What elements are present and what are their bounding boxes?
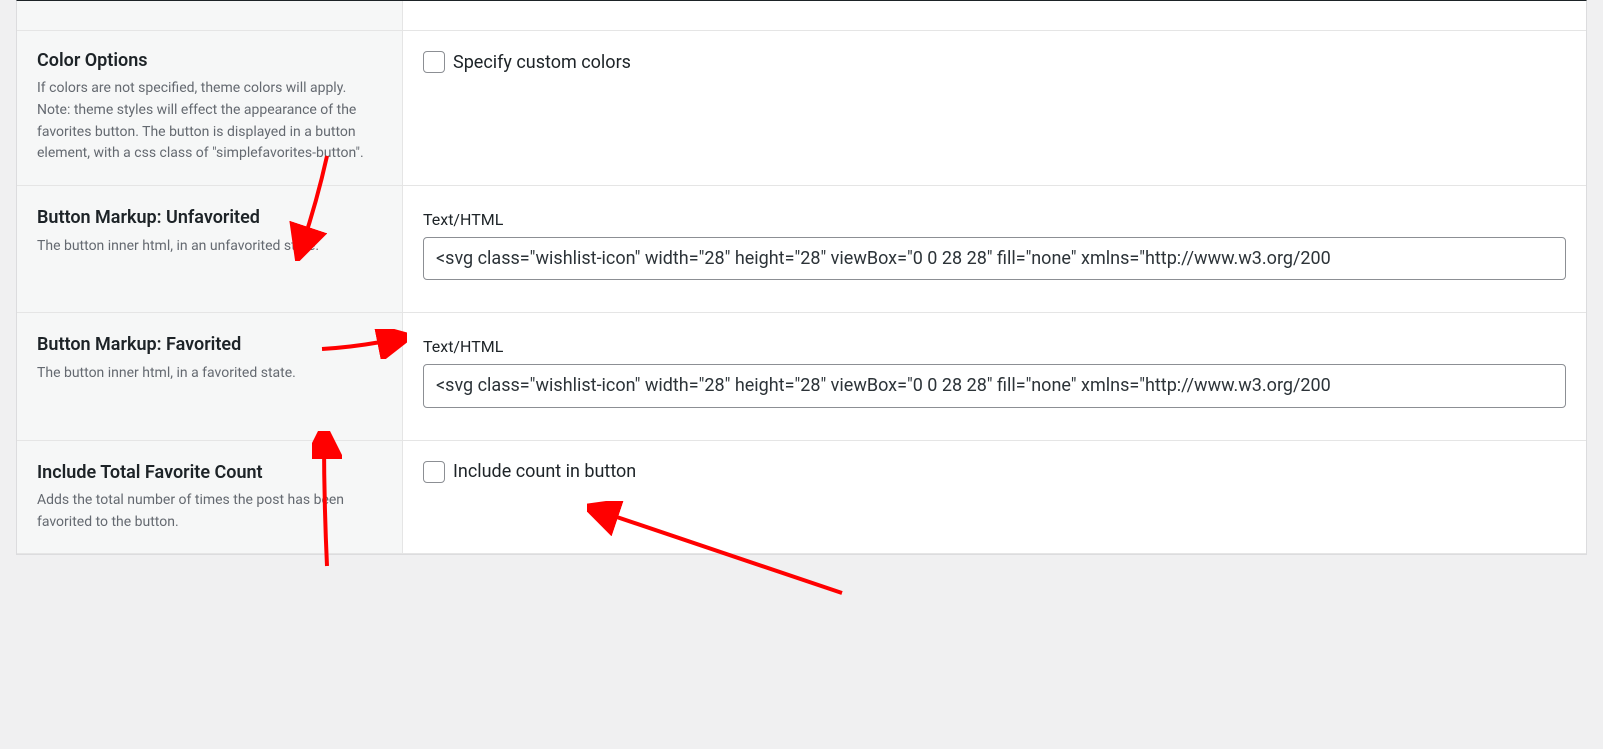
settings-table: Color Options If colors are not specifie… [16, 0, 1587, 555]
description-color-options: If colors are not specified, theme color… [37, 78, 382, 165]
settings-row-top [17, 1, 1586, 31]
settings-row-include-count: Include Total Favorite Count Adds the to… [17, 441, 1586, 555]
description-unfavorited: The button inner html, in an unfavorited… [37, 236, 382, 258]
checkbox-custom-colors[interactable] [423, 51, 445, 73]
heading-include-count: Include Total Favorite Count [37, 461, 382, 484]
row-label-favorited: Button Markup: Favorited The button inne… [17, 313, 403, 439]
checkbox-wrapper-custom-colors[interactable]: Specify custom colors [423, 51, 1566, 73]
field-label-favorited: Text/HTML [423, 337, 1566, 356]
heading-favorited: Button Markup: Favorited [37, 333, 382, 356]
row-label-unfavorited: Button Markup: Unfavorited The button in… [17, 186, 403, 312]
row-label-color-options: Color Options If colors are not specifie… [17, 31, 403, 185]
heading-color-options: Color Options [37, 49, 382, 72]
input-favorited-markup[interactable] [423, 364, 1566, 407]
checkbox-include-count[interactable] [423, 461, 445, 483]
row-content-include-count: Include count in button [403, 441, 1586, 554]
input-unfavorited-markup[interactable] [423, 237, 1566, 280]
row-label-top [17, 1, 403, 30]
description-include-count: Adds the total number of times the post … [37, 490, 382, 533]
settings-row-favorited: Button Markup: Favorited The button inne… [17, 313, 1586, 440]
row-label-include-count: Include Total Favorite Count Adds the to… [17, 441, 403, 554]
checkbox-label-include-count: Include count in button [453, 461, 636, 482]
field-label-unfavorited: Text/HTML [423, 210, 1566, 229]
heading-unfavorited: Button Markup: Unfavorited [37, 206, 382, 229]
row-content-color-options: Specify custom colors [403, 31, 1586, 185]
row-content-top [403, 1, 1586, 30]
checkbox-label-custom-colors: Specify custom colors [453, 52, 631, 73]
row-content-unfavorited: Text/HTML [403, 186, 1586, 312]
description-favorited: The button inner html, in a favorited st… [37, 363, 382, 385]
settings-row-unfavorited: Button Markup: Unfavorited The button in… [17, 186, 1586, 313]
settings-row-color-options: Color Options If colors are not specifie… [17, 31, 1586, 186]
checkbox-wrapper-include-count[interactable]: Include count in button [423, 461, 1566, 483]
row-content-favorited: Text/HTML [403, 313, 1586, 439]
